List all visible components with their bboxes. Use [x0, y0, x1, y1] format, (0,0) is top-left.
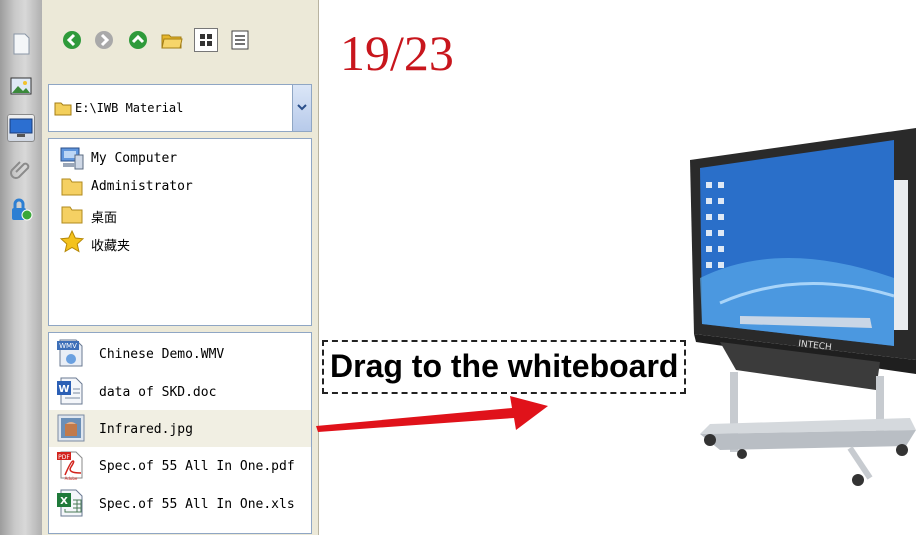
drag-caption: Drag to the whiteboard [322, 340, 687, 394]
wmv-file-icon: WMV [57, 339, 83, 367]
resource-toolbar [52, 28, 282, 56]
tree-item-label: Administrator [91, 179, 193, 194]
word-file-icon: W [57, 377, 83, 405]
tree-item-label: 桌面 [91, 211, 118, 226]
drag-arrow [316, 396, 548, 432]
list-item[interactable]: W data of SKD.doc [49, 373, 311, 410]
file-badge: PDF [58, 454, 70, 461]
folder-icon [61, 178, 83, 196]
tree-item-my-computer[interactable]: My Computer [57, 145, 297, 171]
pdf-file-icon: PDF Adobe [57, 451, 83, 481]
whiteboard-image: INTECH [690, 128, 916, 486]
forward-button[interactable] [92, 28, 116, 52]
path-dropdown[interactable]: E:\IWB Material [48, 84, 312, 132]
star-icon [59, 229, 85, 253]
file-badge: WMV [59, 342, 77, 350]
page-counter: 19/23 [340, 25, 454, 81]
grid-view-icon [200, 34, 212, 46]
page-tab-button[interactable] [7, 30, 35, 58]
file-name: data of SKD.doc [99, 385, 217, 400]
list-view-button[interactable] [228, 28, 252, 52]
file-name: Infrared.jpg [99, 422, 193, 437]
page-icon [13, 33, 30, 55]
tree-item-favorites[interactable]: 收藏夹 [57, 229, 297, 255]
new-folder-button[interactable] [160, 28, 184, 52]
list-item[interactable]: WMV Chinese Demo.WMV [49, 335, 311, 372]
file-list: WMV Chinese Demo.WMV W data of SKD.doc I… [48, 332, 312, 534]
folder-tree: My Computer Administrator 桌面 收藏夹 [48, 138, 312, 326]
file-badge-sub: Adobe [65, 476, 78, 481]
picture-icon [10, 77, 32, 95]
thumbnail-view-button[interactable] [194, 28, 218, 52]
list-item-selected[interactable]: Infrared.jpg [49, 410, 311, 447]
tree-item-label: 收藏夹 [91, 239, 131, 254]
picture-tab-button[interactable] [7, 72, 35, 100]
arrow-right-icon [95, 31, 113, 49]
monitor-icon [9, 118, 33, 137]
folder-icon [61, 206, 83, 224]
tree-item-administrator[interactable]: Administrator [57, 173, 297, 199]
dropdown-button[interactable] [292, 85, 311, 131]
lock-icon [12, 198, 33, 221]
secure-tab-button[interactable] [7, 196, 35, 224]
arrow-up-icon [129, 31, 147, 49]
file-badge: W [58, 384, 69, 395]
tree-item-label: My Computer [91, 151, 178, 166]
list-item[interactable]: X Spec.of 55 All In One.xls [49, 485, 311, 522]
up-button[interactable] [126, 28, 150, 52]
chevron-down-icon [297, 104, 307, 111]
back-button[interactable] [60, 28, 84, 52]
attachment-tab-button[interactable] [7, 154, 35, 182]
arrow-left-icon [63, 31, 81, 49]
folder-icon [54, 102, 72, 116]
file-name: Chinese Demo.WMV [99, 347, 225, 362]
excel-file-icon: X [57, 489, 83, 517]
paperclip-icon [10, 161, 30, 179]
tree-item-desktop[interactable]: 桌面 [57, 201, 297, 227]
list-item[interactable]: PDF Adobe Spec.of 55 All In One.pdf [49, 447, 311, 484]
resource-panel: E:\IWB Material My Computer Administrato… [42, 0, 319, 535]
image-file-icon [57, 414, 85, 442]
path-value: E:\IWB Material [75, 101, 184, 115]
file-badge: X [60, 496, 68, 507]
list-view-icon [231, 30, 249, 50]
resource-tab-button[interactable] [7, 114, 35, 142]
computer-icon [60, 147, 84, 170]
file-name: Spec.of 55 All In One.pdf [99, 459, 295, 474]
file-name: Spec.of 55 All In One.xls [99, 497, 295, 512]
folder-open-icon [161, 34, 183, 49]
sidebar-tab-rail [0, 0, 42, 535]
